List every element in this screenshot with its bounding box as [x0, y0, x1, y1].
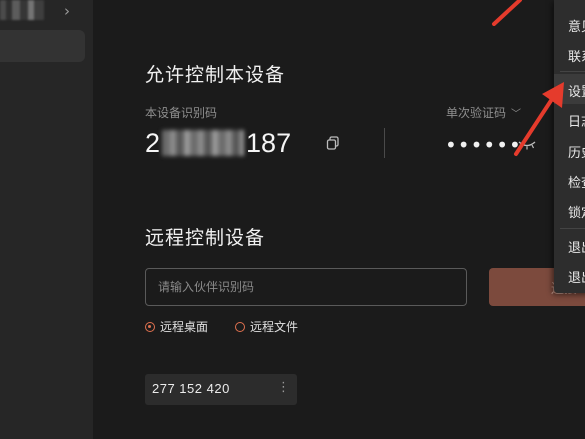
- copy-icon[interactable]: [326, 136, 340, 150]
- radio-remote-desktop[interactable]: 远程桌面: [145, 318, 208, 335]
- menu-item-logs[interactable]: 日志: [568, 111, 585, 130]
- chevron-down-icon: ﹀: [511, 109, 522, 120]
- menu-item-check-update[interactable]: 检查: [568, 172, 585, 191]
- radio-unselected-indicator: [235, 321, 245, 332]
- radio-remote-files-label: 远程文件: [250, 320, 299, 334]
- divider: [384, 128, 385, 158]
- menu-item-exit[interactable]: 退出: [568, 267, 585, 286]
- menu-item-history[interactable]: 历史: [568, 142, 585, 161]
- chevron-right-icon[interactable]: ›: [64, 2, 70, 20]
- device-id: 2 187: [145, 126, 291, 160]
- menu-item-lock[interactable]: 锁定: [568, 202, 585, 221]
- dropdown-menu: · 意见 联系 设置 日志 历史 检查 锁定 退出 退出: [554, 0, 585, 293]
- menu-item-contact[interactable]: 联系: [568, 46, 585, 65]
- menu-separator: [560, 228, 585, 229]
- sidebar: ›: [0, 0, 93, 439]
- allow-control-title: 允许控制本设备: [145, 64, 286, 86]
- partner-id-input[interactable]: [145, 268, 467, 306]
- menu-separator: [560, 71, 585, 72]
- eye-closed-icon[interactable]: [518, 140, 536, 150]
- verification-code-label: 单次验证码: [446, 106, 507, 120]
- radio-remote-desktop-label: 远程桌面: [160, 320, 209, 334]
- menu-item-feedback[interactable]: 意见: [568, 16, 585, 35]
- verification-code-value: ••••••: [445, 133, 522, 157]
- verification-code-dropdown[interactable]: 单次验证码 ﹀: [446, 104, 521, 121]
- remote-control-title: 远程控制设备: [145, 227, 266, 249]
- device-id-redacted: [162, 130, 245, 156]
- device-id-label: 本设备识别码: [145, 106, 218, 120]
- more-vertical-icon[interactable]: ⋮: [277, 380, 290, 395]
- menu-item-partial[interactable]: ·: [568, 0, 572, 5]
- main-panel: 允许控制本设备 本设备识别码 2 187 单次验证码 ﹀ •••••• 远程控制…: [93, 0, 585, 439]
- recent-device-id: 277 152 420: [152, 381, 230, 396]
- menu-item-settings[interactable]: 设置: [568, 81, 585, 100]
- menu-item-logout[interactable]: 退出: [568, 237, 585, 256]
- device-id-prefix: 2: [145, 127, 161, 158]
- device-id-suffix: 187: [246, 127, 292, 158]
- radio-selected-indicator: [145, 321, 155, 332]
- sidebar-item-active[interactable]: [0, 30, 85, 62]
- recent-device-card[interactable]: 277 152 420 ⋮: [145, 374, 297, 405]
- account-avatar-blurred[interactable]: [0, 0, 44, 20]
- radio-remote-files[interactable]: 远程文件: [235, 318, 298, 335]
